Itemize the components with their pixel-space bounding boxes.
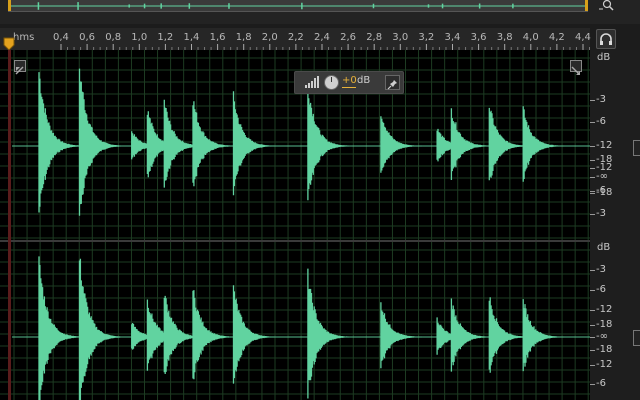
- pin-button[interactable]: [385, 75, 400, 90]
- ruler-tick-label: 3,2: [418, 32, 435, 43]
- db-scale-title-bottom: dB: [597, 242, 611, 253]
- headphones-button[interactable]: [596, 29, 616, 49]
- db-scale-label: -18: [596, 319, 613, 330]
- volume-knob-icon[interactable]: [324, 75, 339, 90]
- drum-hit-waveform: [232, 91, 275, 196]
- amplitude-value-underline: [342, 87, 356, 88]
- db-scale-label: -12: [596, 359, 613, 370]
- ruler-tick-label: 1,6: [209, 32, 226, 43]
- drum-hit-transient: [78, 258, 121, 400]
- pin-icon: [387, 80, 397, 90]
- corner-resize-top-right[interactable]: [570, 60, 582, 75]
- db-scale-tick: [590, 384, 595, 385]
- db-scale-tick: [590, 214, 595, 215]
- ruler-tick-label: 0,8: [105, 32, 122, 43]
- db-scale-tick: [590, 350, 595, 351]
- db-scale-tick: [590, 168, 595, 169]
- db-scale-tick: [590, 191, 595, 192]
- overview-range-handle-left[interactable]: [8, 0, 11, 11]
- db-scale-label: -3: [596, 94, 606, 105]
- ruler-tick-label: 4,2: [548, 32, 565, 43]
- zoom-magnifier-icon[interactable]: [598, 0, 618, 12]
- waveform-display[interactable]: [0, 50, 590, 400]
- db-scale-label: -6: [596, 116, 606, 127]
- db-scale-tick: [590, 365, 595, 366]
- ruler-tick-label: 3,4: [444, 32, 461, 43]
- amplitude-unit: dB: [357, 75, 371, 86]
- ruler-tick-label: 0,4: [53, 32, 69, 43]
- db-scale-tick: [590, 325, 595, 326]
- playhead-marker-icon[interactable]: [3, 37, 15, 51]
- ruler-tick-label: 2,4: [314, 32, 330, 43]
- db-scale-label: -6: [596, 284, 606, 295]
- ruler-tick-label: 3,6: [470, 32, 487, 43]
- ruler-tick-label: 3,0: [392, 32, 409, 43]
- corner-resize-top-left[interactable]: [14, 60, 26, 75]
- db-scale-tick: [590, 193, 595, 194]
- ruler-tick-label: 4,4: [575, 32, 591, 43]
- drum-hit-waveform: [192, 101, 235, 187]
- ruler-tick-label: 4,0: [522, 32, 539, 43]
- waveform-editor[interactable]: [0, 50, 590, 400]
- drum-hit-transient: [232, 91, 275, 196]
- ruler-tick-label: 2,0: [261, 32, 278, 43]
- db-scale-tick: [590, 310, 595, 311]
- db-scale-label: -6: [596, 378, 606, 389]
- overview-waveform-strip[interactable]: [8, 0, 588, 12]
- drum-hit-transient: [38, 256, 81, 400]
- ruler-tick-label: 1,4: [183, 32, 200, 43]
- ruler-tick-label: 3,8: [496, 32, 513, 43]
- ruler-tick-label: 0,6: [79, 32, 95, 43]
- amplitude-value[interactable]: +0: [342, 75, 357, 86]
- channel-handle-bottom[interactable]: [633, 330, 640, 346]
- db-scale-tick: [590, 270, 595, 271]
- ruler-tick-label: 2,2: [287, 32, 304, 43]
- db-scale-label: -12: [596, 304, 613, 315]
- db-scale-title-top: dB: [597, 52, 611, 63]
- drum-hit-waveform: [78, 258, 121, 400]
- db-scale-tick: [590, 337, 595, 338]
- db-scale-tick: [590, 290, 595, 291]
- db-scale-label: -∞: [596, 331, 608, 342]
- db-scale-tick: [590, 146, 595, 147]
- overview-range-handle-right[interactable]: [585, 0, 588, 11]
- db-scale-tick: [590, 177, 595, 178]
- corner-resize-icon: [571, 66, 580, 75]
- db-scale-tick: [590, 160, 595, 161]
- ruler-tick-label: 2,8: [366, 32, 383, 43]
- overview-waveform: [8, 2, 588, 10]
- db-scale-label: -6: [596, 185, 606, 196]
- channel-handle-top[interactable]: [633, 140, 640, 156]
- corner-resize-icon: [15, 66, 24, 75]
- db-scale-tick: [590, 122, 595, 123]
- ruler-tick-label: 1,0: [131, 32, 148, 43]
- db-scale-label: -12: [596, 162, 613, 173]
- playhead-line[interactable]: [8, 50, 11, 400]
- db-scale: dB dB -3 -6 -12 -18 -∞ -18 -12 -6 -3 -3 -6 -12 -18-…: [590, 50, 640, 400]
- headphones-icon: [600, 33, 612, 45]
- db-scale-label: -3: [596, 208, 606, 219]
- drum-hit-waveform: [38, 256, 81, 400]
- db-scale-label: -12: [596, 140, 613, 151]
- amplitude-hud[interactable]: +0 dB: [294, 71, 404, 94]
- db-scale-tick: [590, 100, 595, 101]
- drum-hit-transient: [192, 290, 235, 380]
- level-meter-icon: [305, 76, 319, 88]
- drum-hit-waveform: [192, 290, 235, 380]
- ruler-unit-label: hms: [13, 32, 35, 43]
- drum-hit-waveform: [380, 116, 423, 173]
- drum-hit-transient: [380, 116, 423, 173]
- ruler-tick-label: 2,6: [340, 32, 356, 43]
- db-scale-label: -3: [596, 264, 606, 275]
- drum-hit-transient: [192, 101, 235, 187]
- ruler-tick-label: 1,8: [235, 32, 252, 43]
- time-ruler[interactable]: hms 0,4 0,6 0,8 1,0 1,2 1,4 1,6 1,8 2,0 2,2 2,4 2,6…: [0, 28, 591, 51]
- overview-bar[interactable]: [0, 0, 640, 24]
- db-scale-label: -18: [596, 344, 613, 355]
- ruler-tick-label: 1,2: [157, 32, 174, 43]
